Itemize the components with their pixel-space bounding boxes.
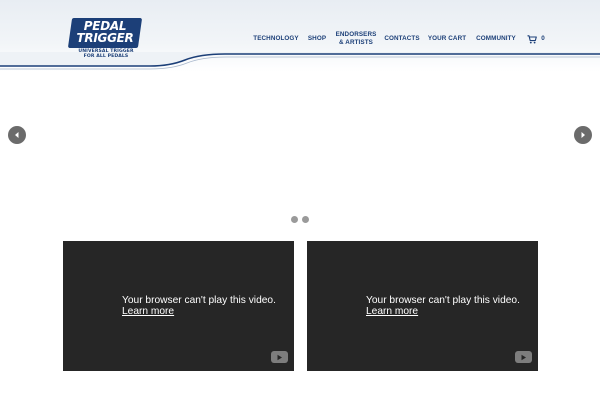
shopping-cart-icon [527, 34, 538, 43]
nav-item-contacts[interactable]: CONTACTS [384, 28, 420, 50]
video-player-1[interactable]: Your browser can't play this video. Lear… [63, 241, 294, 371]
nav-item-shop[interactable]: SHOP [306, 28, 328, 50]
nav-item-technology[interactable]: TECHNOLOGY [253, 28, 298, 50]
chevron-left-icon [15, 132, 19, 138]
nav-item-your-cart[interactable]: YOUR CART [428, 28, 466, 50]
chevron-right-icon [581, 132, 585, 138]
video-player-2[interactable]: Your browser can't play this video. Lear… [307, 241, 538, 371]
video-error-message: Your browser can't play this video. [122, 295, 276, 306]
slider-next-button[interactable] [574, 126, 592, 144]
slider-dots [291, 216, 309, 223]
nav-item-community[interactable]: COMMUNITY [474, 28, 518, 50]
youtube-play-icon[interactable] [515, 351, 532, 363]
learn-more-link[interactable]: Learn more [366, 306, 418, 317]
nav-item-endorsers-artists[interactable]: ENDORSERS & ARTISTS [336, 28, 377, 50]
main-nav: TECHNOLOGY SHOP ENDORSERS & ARTISTS CONT… [0, 28, 600, 50]
slider-dot[interactable] [302, 216, 309, 223]
learn-more-link[interactable]: Learn more [122, 306, 174, 317]
cart-widget[interactable]: 0 [526, 28, 546, 50]
youtube-play-icon[interactable] [271, 351, 288, 363]
cart-count: 0 [541, 35, 545, 42]
site-header: PEDAL TRIGGER UNIVERSAL TRIGGER FOR ALL … [0, 0, 600, 72]
slider-prev-button[interactable] [8, 126, 26, 144]
video-error-message: Your browser can't play this video. [366, 295, 520, 306]
logo-tagline-2: FOR ALL PEDALS [83, 54, 129, 59]
slider-dot[interactable] [291, 216, 298, 223]
